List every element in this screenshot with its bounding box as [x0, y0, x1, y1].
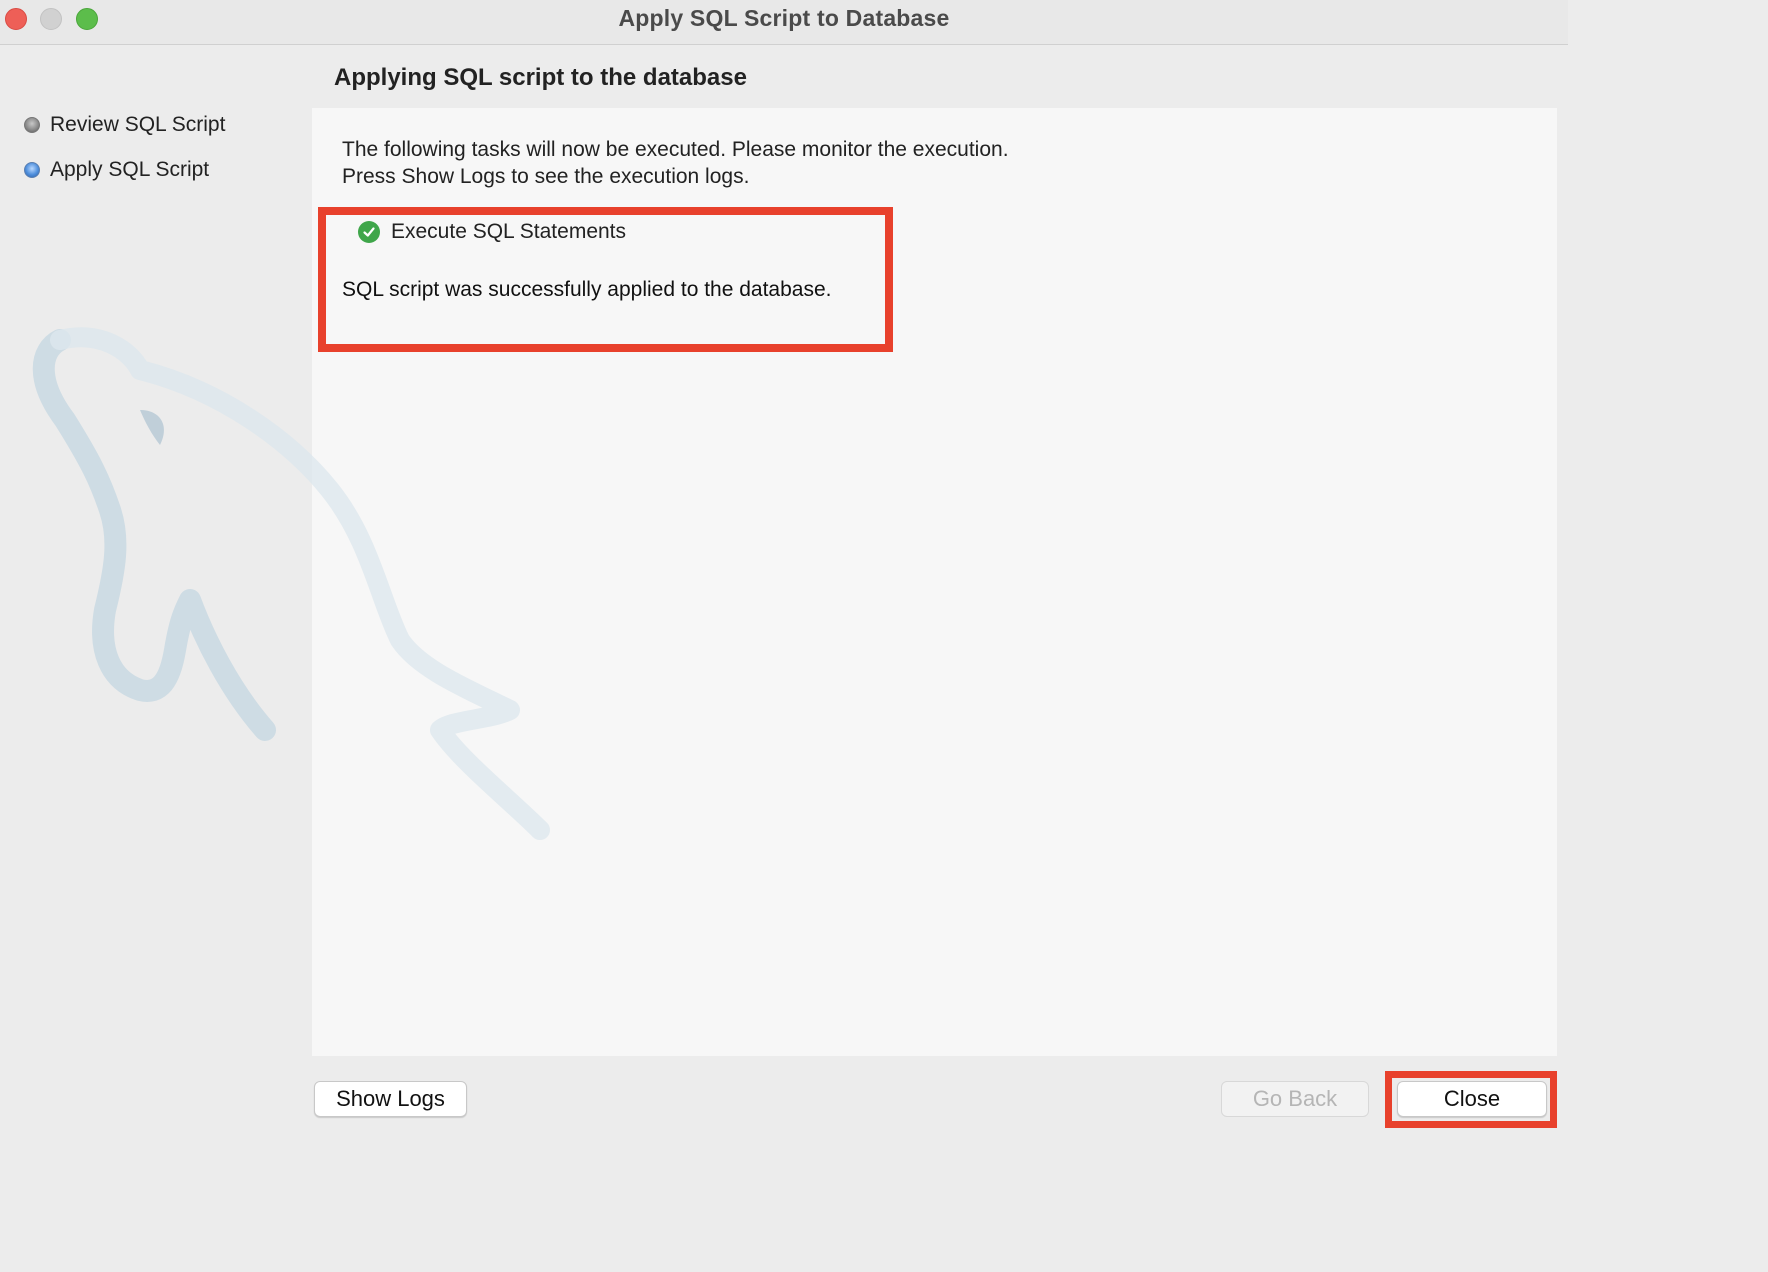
step-label: Apply SQL Script — [50, 158, 210, 181]
go-back-button[interactable]: Go Back — [1221, 1081, 1369, 1117]
window-title: Apply SQL Script to Database — [618, 5, 950, 31]
intro-line-1: The following tasks will now be executed… — [342, 138, 1009, 161]
intro-line-2: Press Show Logs to see the execution log… — [342, 165, 750, 188]
title-bar: Apply SQL Script to Database — [0, 0, 1568, 45]
task-label: Execute SQL Statements — [391, 220, 627, 243]
close-button[interactable]: Close — [1397, 1081, 1547, 1117]
check-circle-icon — [358, 221, 380, 243]
step-label: Review SQL Script — [50, 113, 226, 136]
dialog-window: Apply SQL Script to Database Review SQL … — [0, 0, 1568, 1128]
page-heading: Applying SQL script to the database — [334, 64, 747, 91]
task-execute-sql-statements: Execute SQL Statements — [358, 220, 626, 244]
intro-text: The following tasks will now be executed… — [342, 136, 1009, 190]
result-message: SQL script was successfully applied to t… — [342, 278, 832, 301]
step-apply-sql-script: Apply SQL Script — [24, 155, 209, 185]
content-panel: The following tasks will now be executed… — [312, 108, 1557, 1056]
show-logs-button[interactable]: Show Logs — [314, 1081, 467, 1117]
step-review-sql-script: Review SQL Script — [24, 110, 225, 140]
step-active-icon — [24, 162, 40, 178]
wizard-steps-sidebar: Review SQL Script Apply SQL Script — [0, 45, 311, 1128]
step-inactive-icon — [24, 117, 40, 133]
